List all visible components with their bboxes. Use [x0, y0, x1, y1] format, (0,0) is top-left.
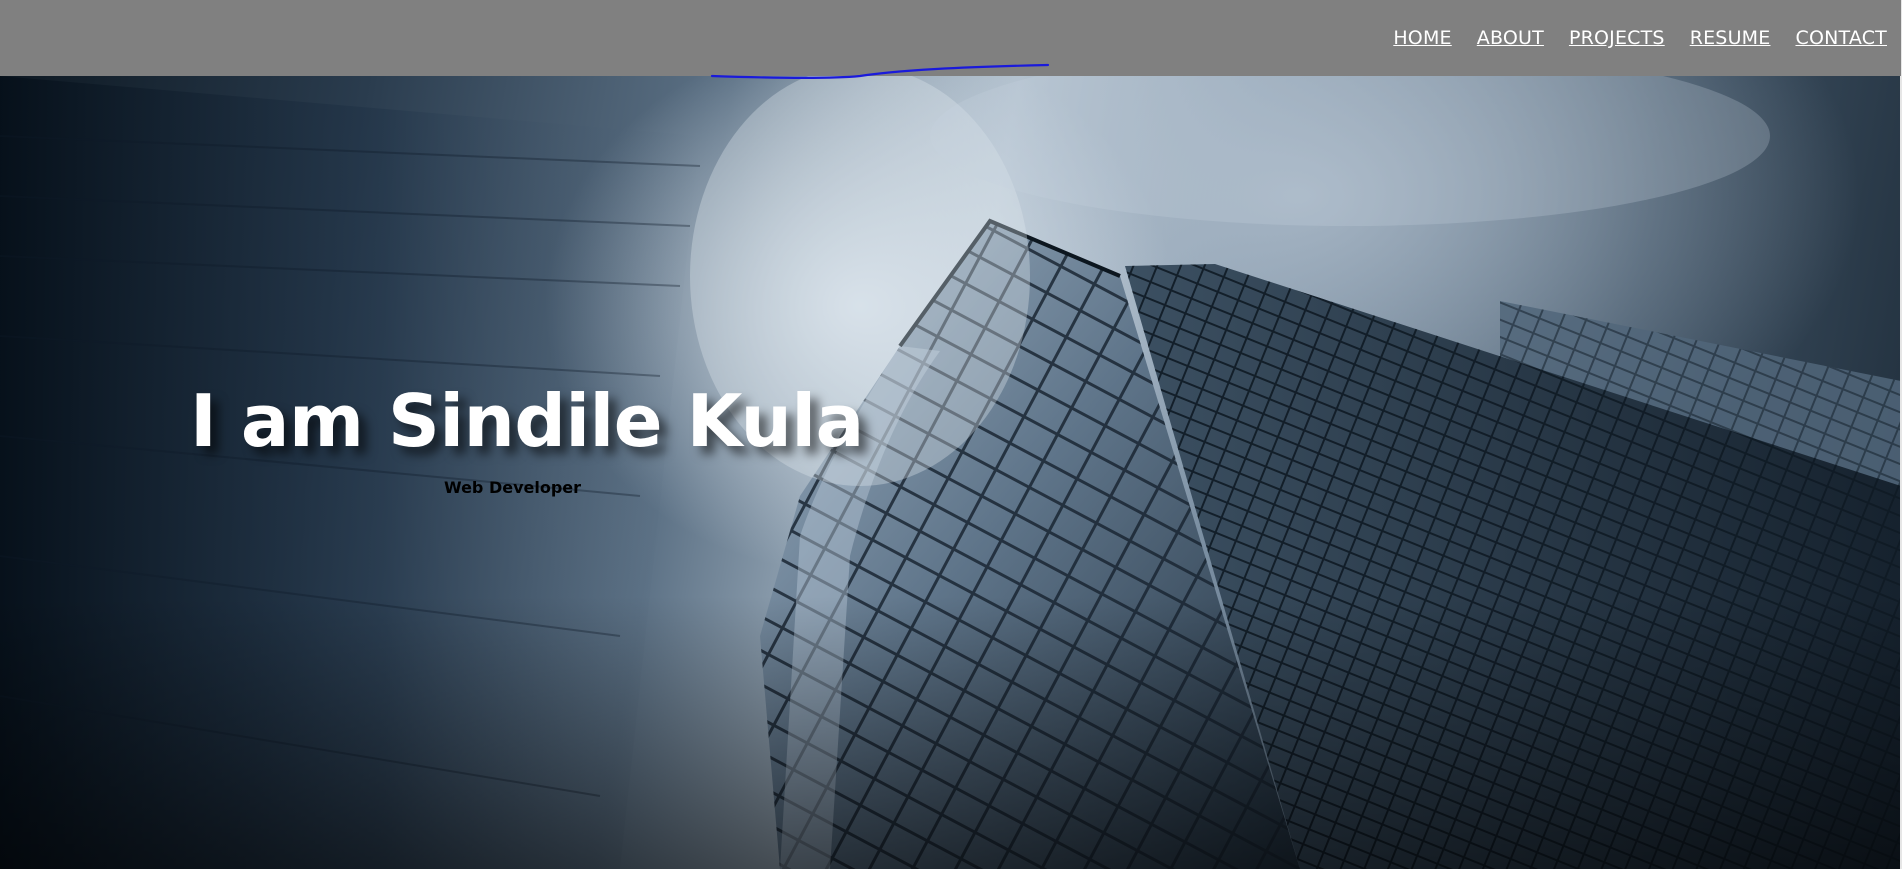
nav-link-about[interactable]: ABOUT	[1477, 27, 1544, 49]
nav-link-resume[interactable]: RESUME	[1690, 27, 1771, 49]
nav-item-resume: RESUME	[1690, 27, 1771, 49]
hero-section: I am Sindile Kula Web Developer	[0, 76, 1901, 869]
nav-link-contact[interactable]: CONTACT	[1795, 27, 1887, 49]
nav-item-contact: CONTACT	[1795, 27, 1887, 49]
hero-subtitle: Web Developer	[444, 478, 582, 497]
nav-item-projects: PROJECTS	[1569, 27, 1665, 49]
nav-link-home[interactable]: HOME	[1393, 27, 1451, 49]
hero-text-block: I am Sindile Kula Web Developer	[0, 76, 1901, 869]
page-bottom-strip	[0, 869, 1902, 877]
nav-link-projects[interactable]: PROJECTS	[1569, 27, 1665, 49]
hero-title: I am Sindile Kula	[190, 379, 864, 463]
nav-menu: HOME ABOUT PROJECTS RESUME CONTACT	[1393, 27, 1887, 49]
nav-item-home: HOME	[1393, 27, 1451, 49]
nav-item-about: ABOUT	[1477, 27, 1544, 49]
browser-viewport: HOME ABOUT PROJECTS RESUME CONTACT I am …	[0, 0, 1902, 877]
portfolio-page: HOME ABOUT PROJECTS RESUME CONTACT I am …	[0, 0, 1901, 869]
pen-annotation-stroke	[710, 63, 1050, 79]
